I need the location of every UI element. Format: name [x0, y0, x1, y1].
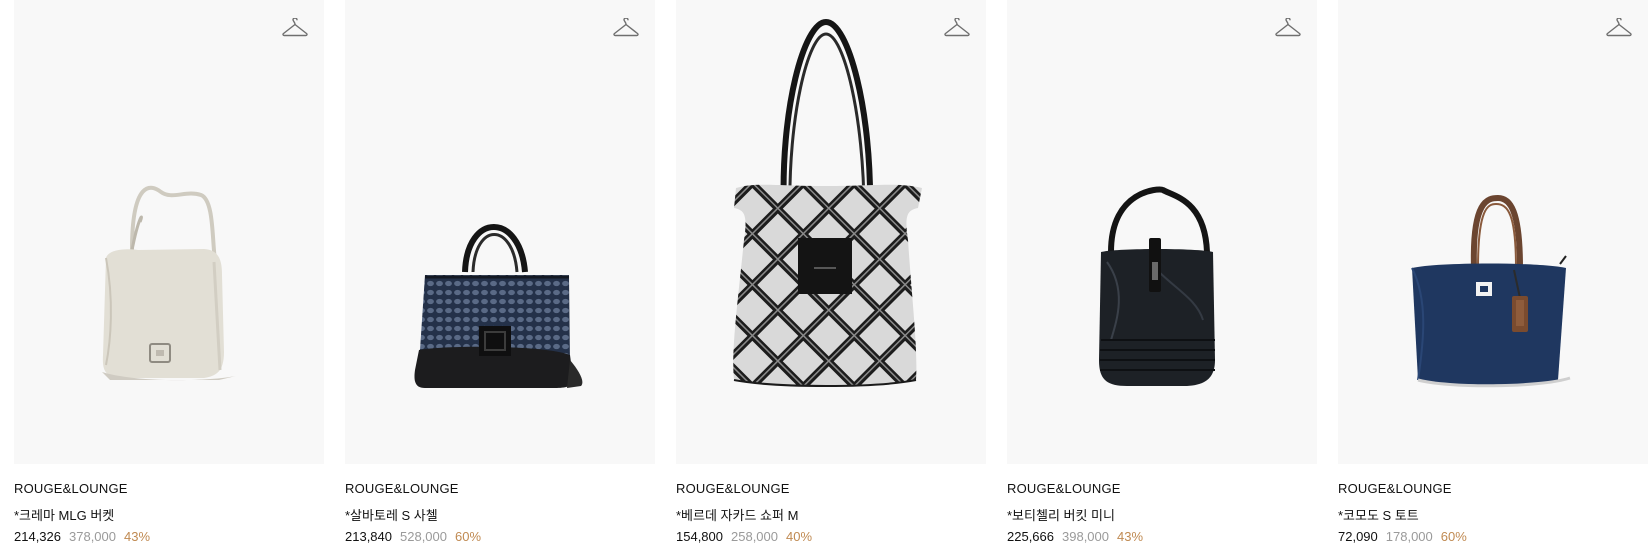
discount-rate: 40% — [786, 529, 813, 544]
hanger-icon[interactable] — [1606, 18, 1632, 40]
bag-image-cream-bucket — [102, 185, 236, 381]
product-image[interactable] — [1007, 0, 1317, 464]
price-row: 213,840 528,000 60% — [345, 529, 481, 544]
product-image[interactable] — [676, 0, 986, 464]
brand-name: ROUGE&LOUNGE — [14, 481, 128, 496]
original-price: 398,000 — [1062, 529, 1109, 544]
discount-rate: 43% — [124, 529, 151, 544]
sale-price: 214,326 — [14, 529, 61, 544]
sale-price: 225,666 — [1007, 529, 1054, 544]
product-card[interactable]: ROUGE&LOUNGE *베르데 자카드 쇼퍼 M 154,800 258,00… — [676, 0, 986, 558]
hanger-icon[interactable] — [1275, 18, 1301, 40]
product-name[interactable]: *크레마 MLG 버켓 — [14, 505, 114, 524]
product-card[interactable]: ROUGE&LOUNGE *살바토레 S 사첼 213,840 528,000 60… — [345, 0, 655, 558]
original-price: 378,000 — [69, 529, 116, 544]
product-image[interactable] — [14, 0, 324, 464]
product-card[interactable]: ROUGE&LOUNGE *보티첼리 버킷 미니 225,666 398,000 4… — [1007, 0, 1317, 558]
bag-image-jacquard-shopper — [733, 18, 922, 387]
discount-rate: 60% — [455, 529, 482, 544]
original-price: 528,000 — [400, 529, 447, 544]
bag-image-black-bucket-mini — [1099, 186, 1215, 386]
sale-price: 154,800 — [676, 529, 723, 544]
product-name[interactable]: *베르데 자카드 쇼퍼 M — [676, 505, 798, 524]
brand-name: ROUGE&LOUNGE — [676, 481, 790, 496]
brand-name: ROUGE&LOUNGE — [1007, 481, 1121, 496]
hanger-icon[interactable] — [613, 18, 639, 40]
sale-price: 213,840 — [345, 529, 392, 544]
product-name[interactable]: *코모도 S 토트 — [1338, 505, 1419, 524]
discount-rate: 60% — [1440, 529, 1467, 544]
product-card[interactable]: ROUGE&LOUNGE *코모도 S 토트 72,090 178,000 60% — [1338, 0, 1648, 558]
original-price: 178,000 — [1385, 529, 1433, 544]
product-card[interactable]: ROUGE&LOUNGE *크레마 MLG 버켓 214,326 378,000 4… — [14, 0, 324, 558]
product-name[interactable]: *보티첼리 버킷 미니 — [1007, 505, 1115, 524]
product-grid: ROUGE&LOUNGE *크레마 MLG 버켓 214,326 378,000 4… — [0, 0, 1648, 558]
hanger-icon[interactable] — [282, 18, 308, 40]
sale-price: 72,090 — [1338, 529, 1378, 544]
price-row: 154,800 258,000 40% — [676, 529, 812, 544]
product-image[interactable] — [345, 0, 655, 464]
brand-name: ROUGE&LOUNGE — [345, 481, 459, 496]
product-name[interactable]: *살바토레 S 사첼 — [345, 505, 438, 524]
price-row: 214,326 378,000 43% — [14, 529, 150, 544]
price-row: 72,090 178,000 60% — [1338, 529, 1467, 544]
hanger-icon[interactable] — [944, 18, 970, 40]
original-price: 258,000 — [731, 529, 778, 544]
bag-image-navy-satchel — [414, 224, 583, 388]
brand-name: ROUGE&LOUNGE — [1338, 481, 1452, 496]
discount-rate: 43% — [1117, 529, 1144, 544]
price-row: 225,666 398,000 43% — [1007, 529, 1143, 544]
bag-image-navy-tote — [1411, 194, 1571, 388]
product-image[interactable] — [1338, 0, 1648, 464]
